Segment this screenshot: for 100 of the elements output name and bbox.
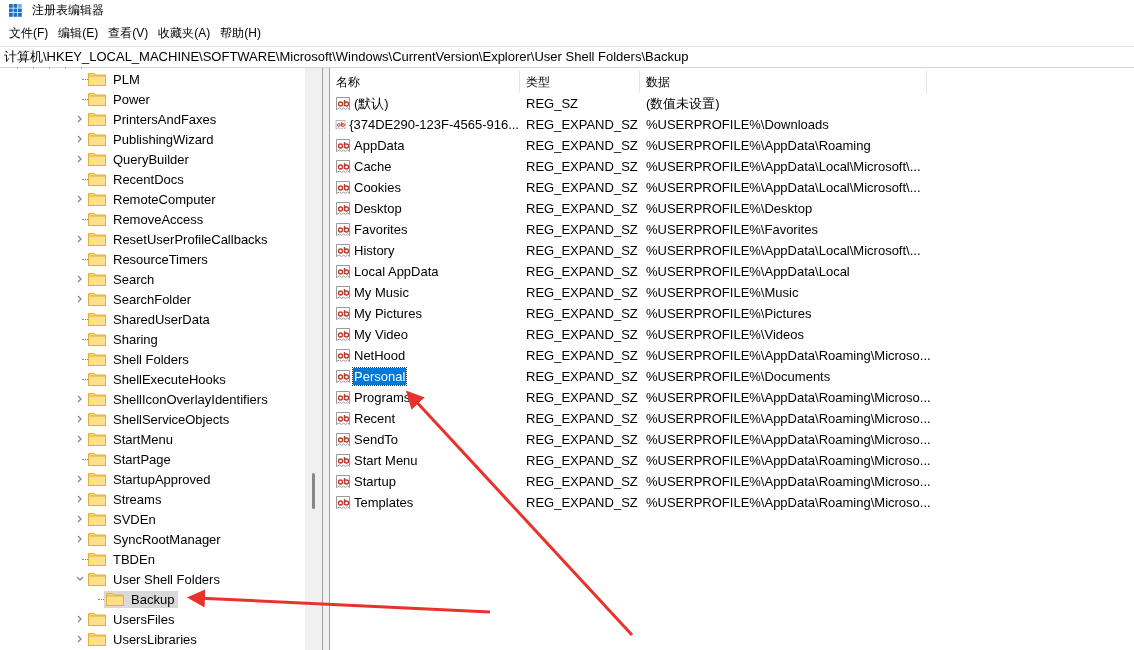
scrollbar[interactable] <box>305 68 322 650</box>
value-name[interactable]: Start Menu <box>353 452 419 469</box>
tree-item[interactable]: SyncRootManager <box>110 530 225 548</box>
value-name[interactable]: Recent <box>353 410 397 427</box>
value-name[interactable]: (默认) <box>353 93 390 114</box>
menu-item[interactable]: 文件(F) <box>4 24 54 42</box>
value-data: %USERPROFILE%\AppData\Local\Microsoft\... <box>645 180 922 195</box>
tree-item[interactable]: StartupApproved <box>110 470 215 488</box>
value-name[interactable]: My Pictures <box>353 305 423 322</box>
tree-item[interactable]: ResetUserProfileCallbacks <box>110 230 272 248</box>
tree-item[interactable]: ResourceTimers <box>110 250 212 268</box>
value-name[interactable]: Desktop <box>353 200 403 217</box>
column-header[interactable]: 类型 <box>520 71 640 93</box>
value-type: REG_EXPAND_SZ <box>525 369 639 384</box>
tree-item[interactable]: Shell Folders <box>110 350 193 368</box>
folder-icon <box>88 612 106 626</box>
tree-item[interactable]: Search <box>110 270 159 288</box>
tree-item[interactable]: ShellServiceObjects <box>110 410 234 428</box>
string-value-icon <box>335 137 351 154</box>
menu-item[interactable]: 查看(V) <box>103 24 154 42</box>
value-name[interactable]: AppData <box>353 137 406 154</box>
chevron-right-icon[interactable] <box>76 195 84 203</box>
column-header[interactable]: 数据 <box>640 71 927 93</box>
column-header[interactable]: 名称 <box>330 71 520 93</box>
menu-item[interactable]: 编辑(E) <box>53 24 104 42</box>
value-type: REG_EXPAND_SZ <box>525 453 639 468</box>
string-value-icon <box>335 347 351 364</box>
scrollbar-thumb[interactable] <box>312 473 315 509</box>
tree-item[interactable]: QueryBuilder <box>110 150 193 168</box>
value-data: %USERPROFILE%\Pictures <box>645 306 813 321</box>
tree-item[interactable]: RemoteComputer <box>110 190 220 208</box>
value-name[interactable]: My Video <box>353 326 409 343</box>
folder-icon <box>88 492 106 506</box>
string-value-icon <box>335 95 351 112</box>
tree-item[interactable]: PublishingWizard <box>110 130 218 148</box>
value-data: %USERPROFILE%\AppData\Local\Microsoft\... <box>645 243 922 258</box>
tree-item[interactable]: SearchFolder <box>110 290 196 308</box>
chevron-right-icon[interactable] <box>76 295 84 303</box>
string-value-icon <box>335 200 351 217</box>
chevron-right-icon[interactable] <box>76 435 84 443</box>
string-value-icon <box>335 389 351 406</box>
registry-grid-icon <box>8 2 24 18</box>
value-name[interactable]: My Music <box>353 284 410 301</box>
chevron-right-icon[interactable] <box>76 235 84 243</box>
value-name[interactable]: Personal <box>353 368 407 385</box>
tree-item[interactable]: RemoveAccess <box>110 210 208 228</box>
value-name[interactable]: Favorites <box>353 221 409 238</box>
chevron-right-icon[interactable] <box>76 115 84 123</box>
tree-item[interactable]: ShellExecuteHooks <box>110 370 230 388</box>
tree-item[interactable]: Power <box>110 90 154 108</box>
chevron-right-icon[interactable] <box>76 415 84 423</box>
folder-icon <box>88 572 106 586</box>
string-value-icon <box>335 431 351 448</box>
value-type: REG_EXPAND_SZ <box>525 222 639 237</box>
tree-item[interactable]: UsersFiles <box>110 610 179 628</box>
chevron-right-icon[interactable] <box>76 475 84 483</box>
tree-item[interactable]: SVDEn <box>110 510 160 528</box>
value-name[interactable]: Local AppData <box>353 263 440 280</box>
value-name[interactable]: Programs <box>353 389 412 406</box>
tree-item[interactable]: Sharing <box>110 330 162 348</box>
chevron-right-icon[interactable] <box>76 495 84 503</box>
tree-item[interactable]: UsersLibraries <box>110 630 201 648</box>
tree-item[interactable]: User Shell Folders <box>110 570 224 588</box>
value-name[interactable]: Templates <box>353 494 415 511</box>
tree-item[interactable]: SharedUserData <box>110 310 214 328</box>
chevron-right-icon[interactable] <box>76 155 84 163</box>
chevron-right-icon[interactable] <box>76 635 84 643</box>
folder-icon <box>88 252 106 266</box>
chevron-right-icon[interactable] <box>76 535 84 543</box>
tree-item[interactable]: StartMenu <box>110 430 177 448</box>
value-name[interactable]: Startup <box>353 473 397 490</box>
value-name[interactable]: NetHood <box>353 347 407 364</box>
menu-item[interactable]: 帮助(H) <box>215 24 266 42</box>
tree-item[interactable]: TBDEn <box>110 550 159 568</box>
pane-splitter[interactable] <box>322 68 330 650</box>
string-value-icon <box>335 158 351 175</box>
value-name[interactable]: Cookies <box>353 179 402 196</box>
chevron-down-icon[interactable] <box>76 575 84 583</box>
chevron-right-icon[interactable] <box>76 515 84 523</box>
chevron-right-icon[interactable] <box>76 615 84 623</box>
value-name[interactable]: History <box>353 242 396 259</box>
string-value-icon <box>335 221 351 238</box>
tree-item[interactable]: RecentDocs <box>110 170 188 188</box>
address-bar[interactable]: 计算机\HKEY_LOCAL_MACHINE\SOFTWARE\Microsoft\Windows\CurrentVersion\Explorer\User Shell Folders\Backup <box>0 46 1134 68</box>
chevron-right-icon[interactable] <box>76 275 84 283</box>
value-name[interactable]: Cache <box>353 158 393 175</box>
chevron-right-icon[interactable] <box>76 395 84 403</box>
tree-item[interactable]: PrintersAndFaxes <box>110 110 221 128</box>
menu-item[interactable]: 收藏夹(A) <box>153 24 216 42</box>
chevron-right-icon[interactable] <box>76 135 84 143</box>
tree-item[interactable]: ShellIconOverlayIdentifiers <box>110 390 272 408</box>
value-name[interactable]: {374DE290-123F-4565-916... <box>348 116 520 133</box>
value-type: REG_EXPAND_SZ <box>525 243 639 258</box>
value-name[interactable]: SendTo <box>353 431 400 448</box>
tree-item[interactable]: PLM <box>110 70 144 88</box>
folder-icon <box>88 132 106 146</box>
tree-item[interactable]: Streams <box>110 490 166 508</box>
folder-icon <box>88 72 106 86</box>
value-type: REG_EXPAND_SZ <box>525 264 639 279</box>
tree-item[interactable]: StartPage <box>110 450 175 468</box>
